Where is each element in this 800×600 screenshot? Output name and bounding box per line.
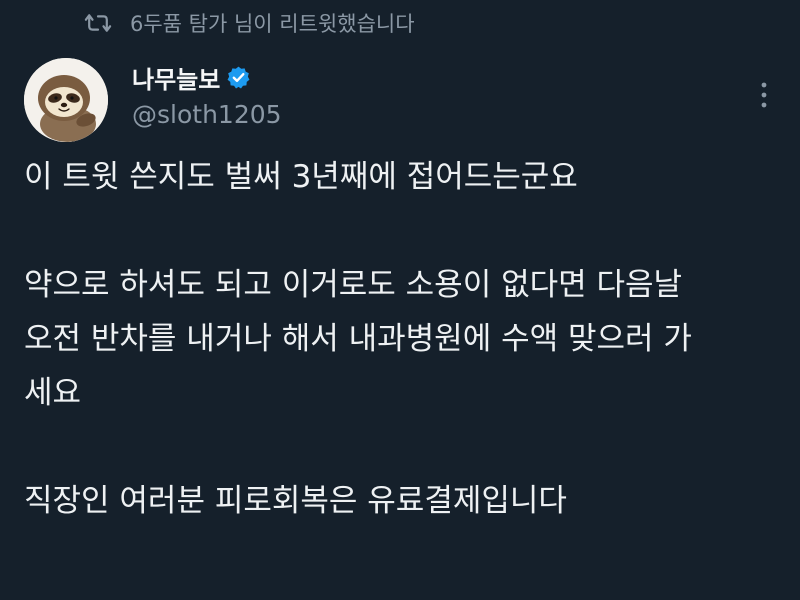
tweet-body: 이 트윗 쓴지도 벌써 3년째에 접어드는군요 약으로 하셔도 되고 이거로도 … bbox=[24, 150, 784, 528]
display-name-row: 나무늘보 bbox=[132, 60, 282, 94]
user-handle[interactable]: @sloth1205 bbox=[132, 100, 282, 129]
avatar[interactable] bbox=[24, 58, 108, 142]
display-name[interactable]: 나무늘보 bbox=[132, 60, 220, 95]
retweet-context[interactable]: 6두품 탐가 님이 리트윗했습니다 bbox=[84, 8, 415, 38]
author-names: 나무늘보 @sloth1205 bbox=[132, 60, 282, 130]
tweet-paragraph-3: 직장인 여러분 피로회복은 유료결제입니다 bbox=[24, 483, 567, 519]
tweet-header: 나무늘보 @sloth1205 bbox=[24, 58, 776, 142]
tweet-paragraph-2: 약으로 하셔도 되고 이거로도 소용이 없다면 다음날 오전 반차를 내거나 해… bbox=[24, 267, 692, 411]
retweet-text: 6두품 탐가 님이 리트윗했습니다 bbox=[130, 12, 415, 36]
retweet-icon bbox=[84, 14, 112, 32]
more-vertical-icon[interactable] bbox=[752, 78, 776, 112]
sloth-avatar-icon bbox=[24, 58, 108, 142]
tweet-paragraph-1: 이 트윗 쓴지도 벌써 3년째에 접어드는군요 bbox=[24, 159, 578, 195]
verified-badge-icon bbox=[227, 66, 250, 89]
